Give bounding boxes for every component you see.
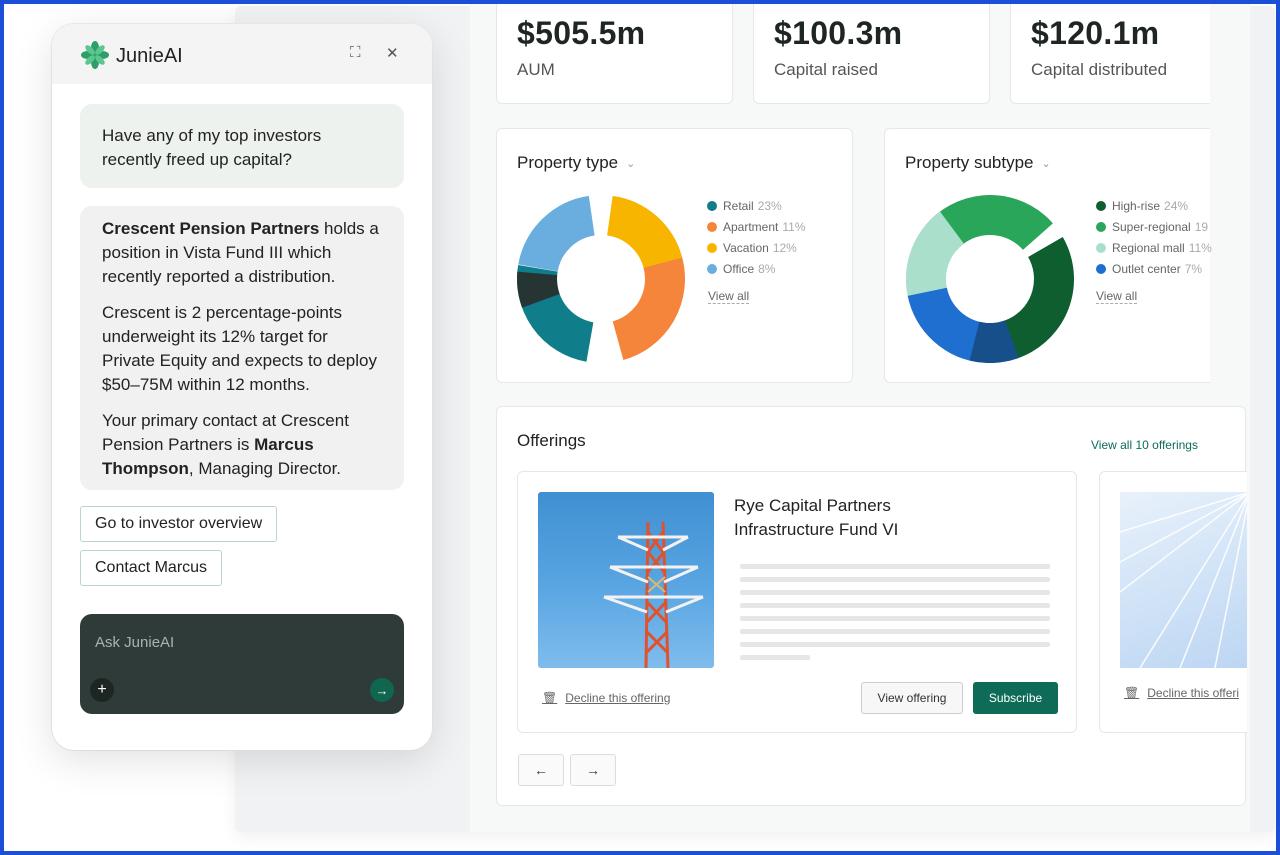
trash-icon: 🗑: [1124, 686, 1140, 700]
next-button[interactable]: →: [570, 754, 616, 786]
offering-card-next: 🗑 Decline this offeri: [1099, 471, 1247, 733]
property-subtype-dropdown[interactable]: Property subtype ⌄: [905, 153, 1051, 173]
view-offering-button[interactable]: View offering: [861, 682, 963, 714]
offerings-title: Offerings: [517, 431, 586, 450]
offering-image: [538, 492, 714, 668]
skeleton-line: [740, 616, 1050, 621]
legend-item: Office 8%: [707, 258, 806, 279]
legend-item: Retail 23%: [707, 195, 806, 216]
skeleton-line: [740, 603, 1050, 608]
decline-offering-link[interactable]: 🗑 Decline this offering: [542, 691, 670, 705]
chat-title: JunieAI: [116, 45, 183, 67]
property-subtype-card: Property subtype ⌄ High-rise 24% Super-re…: [884, 128, 1212, 383]
legend-item: Super-regional 19: [1096, 216, 1212, 237]
skeleton-line: [740, 564, 1050, 569]
chevron-down-icon: ⌄: [1041, 157, 1051, 170]
legend-item: Apartment 11%: [707, 216, 806, 237]
junieai-chat-panel: JunieAI ⛶ ✕ Have any of my top investors…: [52, 24, 432, 750]
skeleton-line: [740, 590, 1050, 595]
decline-offering-link[interactable]: 🗑 Decline this offeri: [1124, 686, 1239, 700]
legend-item: Outlet center 7%: [1096, 258, 1212, 279]
chat-input-placeholder: Ask JunieAI: [95, 634, 175, 651]
legend-item: Regional mall 11%: [1096, 237, 1212, 258]
offering-card: Rye Capital Partners Infrastructure Fund…: [517, 471, 1077, 733]
stat-label: Capital raised: [774, 60, 878, 79]
transmission-tower-icon: [603, 521, 704, 668]
stat-label: AUM: [517, 60, 555, 79]
property-subtype-donut: [906, 195, 1074, 363]
view-all-link[interactable]: View all: [1096, 289, 1138, 304]
chat-header: JunieAI ⛶ ✕: [52, 24, 432, 84]
add-attachment-button[interactable]: +: [90, 678, 114, 702]
skeleton-line: [740, 629, 1050, 634]
skeleton-line: [740, 642, 1050, 647]
prev-button[interactable]: ←: [518, 754, 564, 786]
chart-title: Property type: [517, 153, 619, 172]
skeleton-line: [740, 577, 1050, 582]
subscribe-button[interactable]: Subscribe: [973, 682, 1058, 714]
trash-icon: 🗑: [542, 691, 558, 705]
view-all-link[interactable]: View all: [708, 289, 750, 304]
property-type-card: Property type ⌄ Retail 23% Apartment 11% V…: [496, 128, 853, 383]
contact-marcus-button[interactable]: Contact Marcus: [80, 550, 223, 586]
stat-value: $505.5m: [517, 15, 646, 51]
offering-title[interactable]: Rye Capital Partners Infrastructure Fund…: [734, 494, 898, 542]
stat-card-aum: $505.5m AUM: [496, 0, 733, 104]
cable-bridge-icon: [1119, 492, 1247, 669]
offerings-card: Offerings View all 10 offerings Rye Capi…: [496, 406, 1247, 806]
chevron-down-icon: ⌄: [626, 157, 636, 170]
property-subtype-legend: High-rise 24% Super-regional 19 Regional m…: [1096, 195, 1212, 279]
view-all-offerings-link[interactable]: View all 10 offerings: [1091, 438, 1198, 452]
chart-title: Property subtype: [905, 153, 1034, 172]
expand-icon[interactable]: ⛶: [350, 44, 361, 61]
stat-card-capital-distributed: $120.1m Capital distributed: [1010, 0, 1210, 104]
property-type-dropdown[interactable]: Property type ⌄: [517, 153, 635, 173]
send-button[interactable]: →: [370, 678, 394, 702]
go-to-investor-overview-button[interactable]: Go to investor overview: [80, 506, 278, 542]
stat-value: $100.3m: [774, 15, 903, 51]
stat-label: Capital distributed: [1031, 60, 1168, 79]
offering-image: [1119, 492, 1247, 669]
stat-card-capital-raised: $100.3m Capital raised: [753, 0, 990, 104]
stat-value: $120.1m: [1031, 15, 1160, 51]
user-message: Have any of my top investors recently fr…: [80, 104, 404, 188]
assistant-message: Crescent Pension Partners holds a positi…: [80, 206, 404, 490]
skeleton-line: [740, 655, 810, 660]
junieai-logo-icon: [81, 41, 109, 69]
close-icon[interactable]: ✕: [386, 44, 399, 62]
property-type-legend: Retail 23% Apartment 11% Vacation 12% Offic…: [707, 195, 806, 279]
chat-input[interactable]: Ask JunieAI + →: [80, 614, 404, 714]
legend-item: High-rise 24%: [1096, 195, 1212, 216]
property-type-donut: [517, 195, 685, 363]
legend-item: Vacation 12%: [707, 237, 806, 258]
